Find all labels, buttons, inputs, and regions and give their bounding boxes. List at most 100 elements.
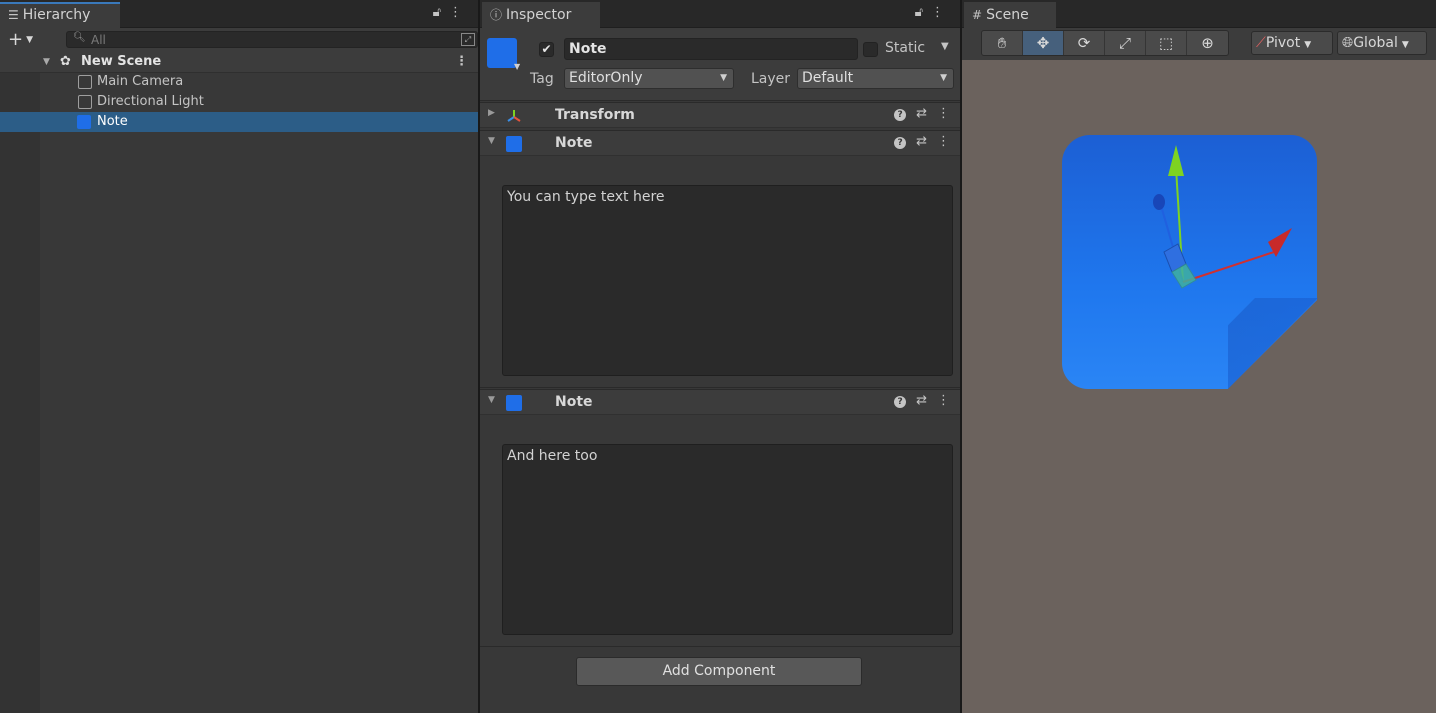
layer-dropdown[interactable]: Default ▼ — [797, 68, 954, 89]
globe-icon: 🌐︎ — [1342, 35, 1354, 51]
static-dropdown-icon[interactable]: ▼ — [941, 41, 949, 52]
note-icon[interactable] — [487, 38, 517, 68]
object-name-field[interactable]: Note — [564, 38, 858, 60]
scene-panel: # Scene ✋︎ ✥ ⟳ ⤢ ⬚ ⊕ ⟋Pivot ▼ 🌐︎Global ▼ — [962, 0, 1436, 713]
hierarchy-tree: ▼ ✿ New Scene ⋮ Main Camera Directional … — [0, 52, 478, 713]
hierarchy-panel: ☰ Hierarchy 🔓︎⋮ + ▼ 🔍︎ All ⤢ ▼ ✿ New Scene… — [0, 0, 478, 713]
pivot-dropdown[interactable]: ⟋Pivot ▼ — [1251, 31, 1333, 55]
hand-tool-icon[interactable]: ✋︎ — [982, 31, 1023, 55]
search-input[interactable]: 🔍︎ All ⤢ — [66, 31, 478, 48]
transform-tool-icon[interactable]: ⊕ — [1187, 31, 1228, 55]
tag-label: Tag — [530, 71, 554, 87]
help-icon[interactable]: ? — [894, 109, 907, 121]
static-checkbox[interactable] — [863, 42, 878, 57]
component-header-transform[interactable]: ▶ Transform ? ⇄ ⋮ — [480, 102, 960, 128]
note-text-area[interactable]: You can type text here — [502, 185, 953, 376]
tab-hierarchy[interactable]: ☰ Hierarchy — [0, 2, 120, 28]
chevron-down-icon: ▼ — [720, 73, 727, 83]
scene-name: New Scene — [81, 54, 162, 69]
scene-row[interactable]: ▼ ✿ New Scene ⋮ — [0, 52, 478, 73]
scene-toolbar: ✋︎ ✥ ⟳ ⤢ ⬚ ⊕ ⟋Pivot ▼ 🌐︎Global ▼ — [962, 28, 1436, 61]
search-options-icon[interactable]: ⤢ — [461, 33, 475, 46]
help-icon[interactable]: ? — [894, 396, 907, 408]
collapse-arrow-icon[interactable]: ▶ — [488, 108, 495, 118]
presets-icon[interactable]: ⇄ — [916, 134, 927, 149]
chevron-down-icon: ▼ — [26, 35, 34, 45]
inspector-panel: ⓘ Inspector 🔓︎⋮ ▼ ✔ Note Static ▼ Tag Edi… — [480, 0, 960, 713]
chevron-down-icon: ▼ — [1401, 40, 1409, 50]
presets-icon[interactable]: ⇄ — [916, 393, 927, 408]
move-gizmo[interactable] — [1142, 140, 1302, 290]
component-menu-icon[interactable]: ⋮ — [937, 106, 950, 121]
active-checkbox[interactable]: ✔ — [539, 42, 554, 57]
rect-tool-icon[interactable]: ⬚ — [1146, 31, 1187, 55]
component-header-note[interactable]: ▼ Note ? ⇄ ⋮ — [480, 389, 960, 415]
list-item-selected[interactable]: Note — [0, 112, 478, 132]
hierarchy-list-icon: ☰ — [8, 8, 19, 22]
scene-viewport[interactable] — [962, 60, 1436, 713]
panel-menu-icon[interactable]: ⋮ — [449, 5, 470, 20]
gizmo-z-arrow[interactable] — [1153, 194, 1165, 210]
component-header-note[interactable]: ▼ Note ? ⇄ ⋮ — [480, 130, 960, 156]
expand-arrow-icon[interactable]: ▼ — [488, 136, 495, 146]
list-item[interactable]: Directional Light — [0, 92, 478, 112]
presets-icon[interactable]: ⇄ — [916, 106, 927, 121]
scene-menu-icon[interactable]: ⋮ — [455, 52, 468, 72]
layer-label: Layer — [751, 71, 791, 87]
transform-tools: ✋︎ ✥ ⟳ ⤢ ⬚ ⊕ — [981, 30, 1229, 56]
create-button[interactable]: + ▼ — [8, 29, 33, 50]
inspector-tab-tools: 🔓︎⋮ — [915, 5, 952, 20]
expand-arrow-icon[interactable]: ▼ — [488, 395, 495, 405]
hierarchy-tab-tools: 🔓︎⋮ — [433, 5, 470, 20]
component-menu-icon[interactable]: ⋮ — [937, 134, 950, 149]
chevron-down-icon: ▼ — [940, 73, 947, 83]
pivot-icon: ⟋ — [1256, 35, 1266, 51]
component-tools: ? ⇄ ⋮ — [884, 393, 950, 408]
component-title: Transform — [555, 107, 635, 123]
move-tool-icon[interactable]: ✥ — [1023, 31, 1064, 55]
gizmo-x-axis[interactable] — [1182, 251, 1275, 283]
note-icon — [506, 136, 522, 152]
tab-inspector[interactable]: ⓘ Inspector — [482, 2, 600, 28]
component-title: Note — [555, 135, 593, 151]
note-text-area[interactable]: And here too — [502, 444, 953, 635]
grid-icon: # — [972, 8, 983, 22]
divider — [480, 646, 960, 647]
gizmo-y-arrow[interactable] — [1168, 145, 1184, 176]
global-dropdown[interactable]: 🌐︎Global ▼ — [1337, 31, 1427, 55]
divider — [480, 387, 960, 388]
search-icon: 🔍︎ — [73, 32, 86, 43]
chevron-down-icon[interactable]: ▼ — [514, 62, 520, 71]
static-label: Static — [885, 40, 926, 56]
component-menu-icon[interactable]: ⋮ — [937, 393, 950, 408]
component-tools: ? ⇄ ⋮ — [884, 134, 950, 149]
hierarchy-toolbar: + ▼ 🔍︎ All ⤢ — [0, 28, 478, 53]
inspector-tabbar: ⓘ Inspector 🔓︎⋮ — [480, 0, 960, 28]
component-title: Note — [555, 394, 593, 410]
note-icon — [506, 395, 522, 411]
help-icon[interactable]: ? — [894, 137, 907, 149]
gameobject-header: ▼ ✔ Note Static ▼ Tag EditorOnly ▼ Layer … — [480, 28, 960, 101]
gameobject-cube-icon — [78, 95, 92, 109]
tree-gutter — [0, 52, 40, 713]
scale-tool-icon[interactable]: ⤢ — [1105, 31, 1146, 55]
tab-scene[interactable]: # Scene — [964, 2, 1056, 28]
rotate-tool-icon[interactable]: ⟳ — [1064, 31, 1105, 55]
chevron-down-icon: ▼ — [1304, 40, 1312, 50]
hierarchy-tabbar: ☰ Hierarchy 🔓︎⋮ — [0, 0, 478, 28]
info-icon: ⓘ — [490, 8, 503, 22]
panel-menu-icon[interactable]: ⋮ — [931, 5, 952, 20]
gameobject-cube-icon — [78, 75, 92, 89]
scene-tabbar: # Scene — [962, 0, 1436, 28]
lock-icon[interactable]: 🔓︎ — [433, 5, 449, 20]
search-placeholder: All — [91, 33, 106, 47]
add-component-button[interactable]: Add Component — [576, 657, 862, 686]
note-icon — [77, 115, 91, 129]
transform-icon — [507, 110, 521, 122]
tag-dropdown[interactable]: EditorOnly ▼ — [564, 68, 734, 89]
unity-scene-icon: ✿ — [60, 54, 71, 69]
lock-icon[interactable]: 🔓︎ — [915, 5, 931, 20]
expand-arrow-icon[interactable]: ▼ — [43, 52, 50, 72]
component-tools: ? ⇄ ⋮ — [884, 106, 950, 121]
list-item[interactable]: Main Camera — [0, 72, 478, 92]
